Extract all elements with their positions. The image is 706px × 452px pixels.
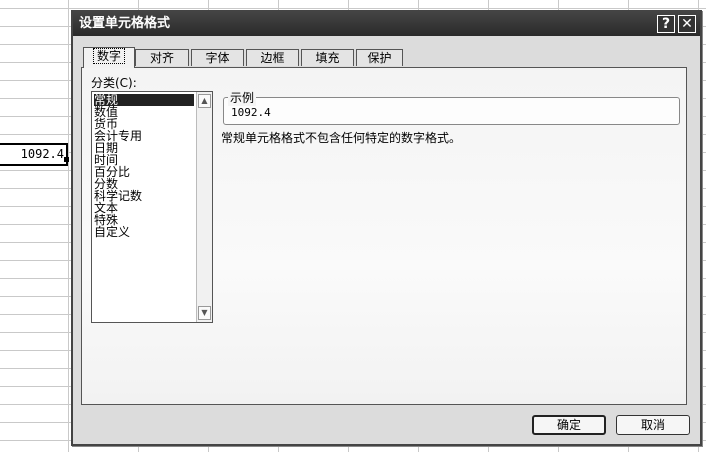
sample-value: 1092.4 [231, 106, 271, 119]
category-scrollbar[interactable]: ▲ ▼ [196, 92, 212, 322]
sample-label: 示例 [228, 89, 257, 106]
tab-protection[interactable]: 保护 [356, 49, 403, 66]
format-cells-dialog: 设置单元格格式 ? ✕ 数字 对齐 字体 边框 填充 保护 分类(C): 常规 … [71, 10, 702, 446]
dialog-titlebar[interactable]: 设置单元格格式 [73, 12, 700, 36]
scroll-up-icon[interactable]: ▲ [198, 94, 211, 108]
category-listbox[interactable]: 常规 数值 货币 会计专用 日期 时间 百分比 分数 科学记数 文本 特殊 自定… [91, 91, 213, 323]
fill-handle[interactable] [64, 157, 69, 162]
tab-border[interactable]: 边框 [246, 49, 299, 66]
category-label: 分类(C): [91, 76, 137, 90]
cancel-button[interactable]: 取消 [616, 415, 690, 435]
help-button[interactable]: ? [657, 15, 675, 33]
tab-font[interactable]: 字体 [191, 49, 244, 66]
sample-groupbox: 示例 1092.4 [223, 89, 680, 125]
close-button[interactable]: ✕ [678, 15, 696, 33]
tab-fill[interactable]: 填充 [301, 49, 354, 66]
format-description: 常规单元格格式不包含任何特定的数字格式。 [221, 131, 462, 145]
tab-alignment[interactable]: 对齐 [135, 49, 189, 66]
number-tab-panel: 分类(C): 常规 数值 货币 会计专用 日期 时间 百分比 分数 科学记数 文… [81, 67, 687, 405]
ok-button[interactable]: 确定 [532, 415, 606, 435]
dialog-title: 设置单元格格式 [79, 16, 171, 31]
tab-number[interactable]: 数字 [83, 47, 135, 68]
tab-number-label: 数字 [92, 48, 125, 64]
scroll-down-icon[interactable]: ▼ [198, 306, 211, 320]
active-cell[interactable]: 1092.4 [0, 143, 68, 166]
category-item-custom[interactable]: 自定义 [94, 226, 194, 238]
